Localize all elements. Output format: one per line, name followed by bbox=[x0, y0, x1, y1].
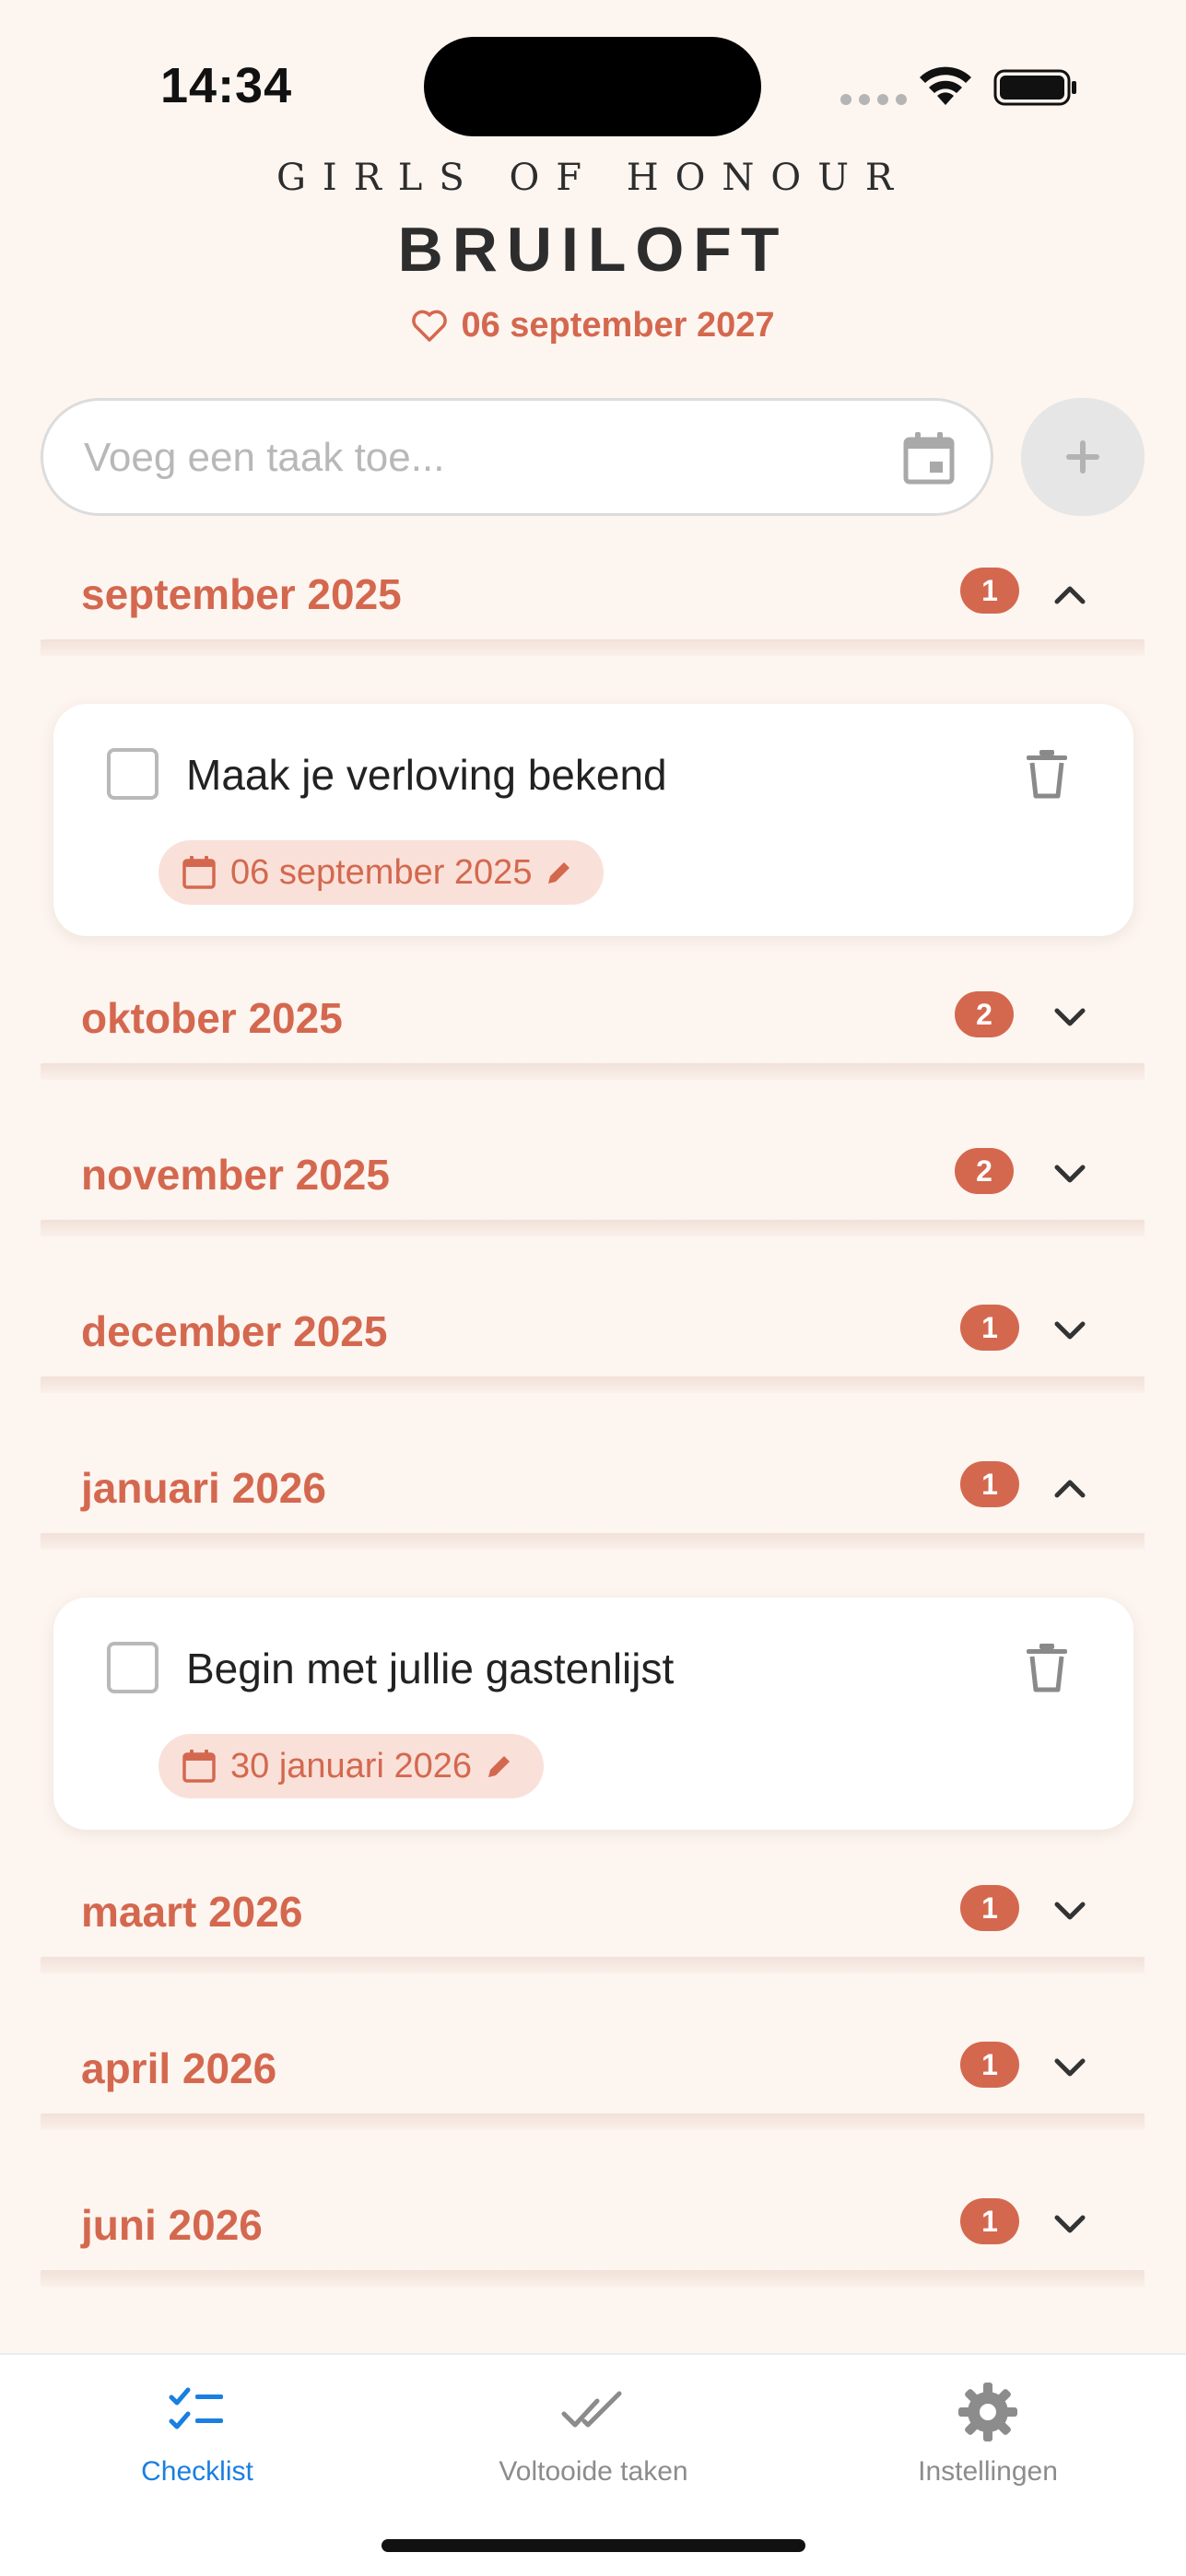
task-count-badge: 1 bbox=[960, 2042, 1019, 2088]
task-checkbox[interactable] bbox=[107, 748, 159, 800]
heart-icon bbox=[412, 310, 448, 342]
section-divider bbox=[41, 1957, 1145, 1973]
tab-label: Checklist bbox=[141, 2456, 253, 2487]
section-divider bbox=[41, 2270, 1145, 2287]
section-divider bbox=[41, 1533, 1145, 1550]
wedding-date: 06 september 2027 bbox=[0, 306, 1186, 345]
battery-icon bbox=[993, 69, 1076, 106]
task-count-badge: 2 bbox=[955, 991, 1014, 1037]
section-divider bbox=[41, 2113, 1145, 2130]
dynamic-island bbox=[424, 37, 761, 136]
add-task-button[interactable] bbox=[1021, 398, 1145, 516]
gear-icon bbox=[958, 2383, 1017, 2441]
add-task-input[interactable] bbox=[84, 428, 895, 487]
month-section-september-2025[interactable]: september 2025 1 bbox=[41, 533, 1145, 656]
task-count-badge: 1 bbox=[960, 2198, 1019, 2244]
section-divider bbox=[41, 1376, 1145, 1393]
status-bar: 14:34 bbox=[0, 0, 1186, 175]
chevron-down-icon[interactable] bbox=[1049, 1891, 1091, 1933]
pencil-icon bbox=[548, 862, 570, 884]
month-label: november 2025 bbox=[81, 1151, 390, 1199]
section-divider bbox=[41, 639, 1145, 656]
calendar-icon[interactable] bbox=[898, 428, 959, 489]
calendar-icon bbox=[182, 856, 216, 889]
task-count-badge: 2 bbox=[955, 1148, 1014, 1194]
chevron-down-icon[interactable] bbox=[1049, 2047, 1091, 2090]
wedding-date-text: 06 september 2027 bbox=[461, 306, 775, 345]
add-task-field[interactable] bbox=[41, 398, 993, 516]
chevron-down-icon[interactable] bbox=[1049, 2204, 1091, 2246]
month-label: december 2025 bbox=[81, 1307, 388, 1355]
section-divider bbox=[41, 1220, 1145, 1236]
page-title: BRUILOFT bbox=[397, 215, 789, 285]
task-title: Maak je verloving bekend bbox=[186, 751, 667, 799]
brand-name: GIRLS OF HONOUR bbox=[276, 157, 910, 199]
task-count-badge: 1 bbox=[960, 1305, 1019, 1351]
home-indicator[interactable] bbox=[382, 2539, 805, 2552]
chevron-up-icon[interactable] bbox=[1049, 573, 1091, 615]
status-time: 14:34 bbox=[160, 58, 293, 113]
calendar-icon bbox=[182, 1750, 216, 1783]
plus-icon bbox=[1066, 440, 1099, 474]
month-section-april-2026[interactable]: april 2026 1 bbox=[41, 2007, 1145, 2130]
task-date: 30 januari 2026 bbox=[230, 1746, 472, 1786]
chevron-up-icon[interactable] bbox=[1049, 1467, 1091, 1509]
month-label: april 2026 bbox=[81, 2044, 277, 2092]
task-date-chip[interactable]: 06 september 2025 bbox=[159, 840, 605, 905]
task-title: Begin met jullie gastenlijst bbox=[186, 1645, 675, 1692]
tab-settings[interactable]: Instellingen bbox=[850, 2379, 1126, 2488]
pencil-icon bbox=[488, 1756, 510, 1777]
task-card: Maak je verloving bekend 06 september 20… bbox=[53, 704, 1133, 936]
tab-label: Voltooide taken bbox=[499, 2456, 688, 2487]
month-label: juni 2026 bbox=[81, 2201, 263, 2249]
chevron-down-icon[interactable] bbox=[1049, 1153, 1091, 1196]
task-count-badge: 1 bbox=[960, 1461, 1019, 1507]
month-section-november-2025[interactable]: november 2025 2 bbox=[41, 1113, 1145, 1236]
trash-icon[interactable] bbox=[1023, 748, 1071, 800]
month-section-januari-2026[interactable]: januari 2026 1 bbox=[41, 1426, 1145, 1550]
trash-icon[interactable] bbox=[1023, 1642, 1071, 1693]
cellular-signal-icon bbox=[840, 94, 907, 105]
section-divider bbox=[41, 1063, 1145, 1080]
task-date: 06 september 2025 bbox=[230, 852, 533, 892]
chevron-down-icon[interactable] bbox=[1049, 1310, 1091, 1352]
month-section-juni-2026[interactable]: juni 2026 1 bbox=[41, 2163, 1145, 2287]
month-label: september 2025 bbox=[81, 570, 402, 618]
task-count-badge: 1 bbox=[960, 568, 1019, 614]
tab-completed-tasks[interactable]: Voltooide taken bbox=[455, 2379, 732, 2488]
tab-label: Instellingen bbox=[918, 2456, 1058, 2487]
month-label: oktober 2025 bbox=[81, 994, 343, 1042]
task-checkbox[interactable] bbox=[107, 1642, 159, 1693]
month-section-maart-2026[interactable]: maart 2026 1 bbox=[41, 1850, 1145, 1973]
wifi-icon bbox=[920, 66, 971, 105]
task-date-chip[interactable]: 30 januari 2026 bbox=[159, 1734, 544, 1798]
checklist-icon bbox=[169, 2387, 223, 2430]
month-section-oktober-2025[interactable]: oktober 2025 2 bbox=[41, 956, 1145, 1080]
month-label: maart 2026 bbox=[81, 1888, 303, 1936]
chevron-down-icon[interactable] bbox=[1049, 997, 1091, 1039]
month-label: januari 2026 bbox=[81, 1464, 326, 1512]
month-section-december-2025[interactable]: december 2025 1 bbox=[41, 1270, 1145, 1393]
double-check-icon bbox=[561, 2391, 622, 2428]
task-card: Begin met jullie gastenlijst 30 januari … bbox=[53, 1598, 1133, 1830]
tab-checklist[interactable]: Checklist bbox=[59, 2379, 335, 2488]
task-count-badge: 1 bbox=[960, 1885, 1019, 1931]
